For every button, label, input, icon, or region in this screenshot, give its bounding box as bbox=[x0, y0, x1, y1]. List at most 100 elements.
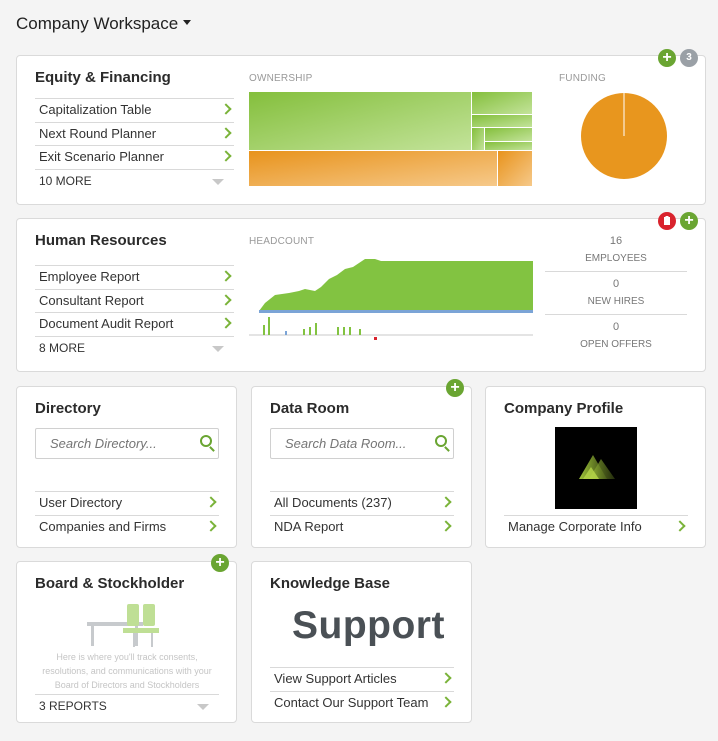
hr-add-button[interactable]: + bbox=[680, 212, 698, 230]
knowledge-title: Knowledge Base bbox=[270, 575, 391, 592]
link-label: Next Round Planner bbox=[39, 125, 157, 141]
dataroom-search-input[interactable] bbox=[271, 429, 416, 458]
headcount-bar bbox=[268, 317, 270, 335]
more-label: 8 MORE bbox=[39, 340, 86, 355]
stat-employees: 16 EMPLOYEES bbox=[545, 235, 687, 264]
link-manage-corporate-info[interactable]: Manage Corporate Info bbox=[504, 515, 688, 539]
hr-link-list: Employee Report Consultant Report Docume… bbox=[35, 265, 234, 359]
link-employee-report[interactable]: Employee Report bbox=[35, 265, 234, 289]
chevron-right-icon bbox=[220, 293, 232, 306]
chevron-right-icon bbox=[674, 520, 686, 532]
treemap-cell bbox=[472, 115, 532, 127]
link-label: All Documents (237) bbox=[274, 495, 392, 510]
headcount-bar bbox=[359, 329, 361, 335]
ownership-treemap[interactable] bbox=[249, 92, 533, 186]
table-leg bbox=[91, 626, 94, 646]
link-label: Employee Report bbox=[39, 269, 140, 284]
dataroom-title: Data Room bbox=[270, 400, 350, 417]
stat-label: EMPLOYEES bbox=[585, 253, 647, 264]
board-more-toggle[interactable]: 3 REPORTS bbox=[35, 694, 219, 717]
hr-more-toggle[interactable]: 8 MORE bbox=[35, 335, 234, 359]
chevron-right-icon bbox=[440, 695, 452, 708]
chevron-right-icon bbox=[440, 672, 452, 684]
link-exit-scenario-planner[interactable]: Exit Scenario Planner bbox=[35, 145, 234, 169]
profile-link-list: Manage Corporate Info bbox=[504, 515, 688, 539]
boardroom-illustration bbox=[87, 604, 159, 647]
link-next-round-planner[interactable]: Next Round Planner bbox=[35, 121, 234, 146]
equity-add-button[interactable]: + bbox=[658, 49, 676, 67]
directory-card: Directory User Directory Companies and F… bbox=[16, 386, 237, 548]
headcount-bar bbox=[337, 327, 339, 335]
chevron-right-icon bbox=[205, 519, 217, 532]
headcount-bar bbox=[315, 323, 317, 335]
link-label: NDA Report bbox=[274, 518, 344, 534]
directory-search-input[interactable] bbox=[36, 429, 181, 458]
profile-card: Company Profile Manage Corporate Info bbox=[485, 386, 706, 548]
search-icon[interactable] bbox=[435, 435, 447, 447]
dataroom-add-button[interactable]: + bbox=[446, 379, 464, 397]
link-label: Document Audit Report bbox=[39, 316, 174, 331]
headcount-bar bbox=[343, 327, 345, 335]
search-icon[interactable] bbox=[200, 435, 212, 447]
treemap-cell bbox=[485, 128, 532, 141]
link-label: Capitalization Table bbox=[39, 102, 152, 117]
stat-value: 0 bbox=[612, 278, 620, 290]
more-label: 3 REPORTS bbox=[39, 699, 107, 713]
link-label: Companies and Firms bbox=[39, 518, 167, 534]
link-view-support-articles[interactable]: View Support Articles bbox=[270, 667, 454, 691]
clipboard-icon[interactable] bbox=[658, 212, 676, 230]
stat-new-hires: 0 NEW HIRES bbox=[545, 278, 687, 307]
headcount-chart[interactable] bbox=[249, 255, 533, 341]
link-nda-report[interactable]: NDA Report bbox=[270, 514, 454, 539]
equity-more-toggle[interactable]: 10 MORE bbox=[35, 168, 234, 192]
chair-back bbox=[143, 604, 155, 626]
chair-seat bbox=[141, 628, 159, 633]
link-capitalization-table[interactable]: Capitalization Table bbox=[35, 98, 234, 122]
link-label: Manage Corporate Info bbox=[508, 519, 642, 534]
board-card: Board & Stockholder Here is where you'll… bbox=[16, 561, 237, 723]
chevron-right-icon bbox=[440, 496, 452, 508]
headcount-bar bbox=[263, 325, 265, 335]
headcount-bar bbox=[303, 329, 305, 335]
stat-open-offers: 0 OPEN OFFERS bbox=[545, 321, 687, 350]
treemap-cell bbox=[472, 128, 484, 150]
board-add-button[interactable]: + bbox=[211, 554, 229, 572]
link-consultant-report[interactable]: Consultant Report bbox=[35, 288, 234, 313]
chevron-right-icon bbox=[440, 519, 452, 532]
dataroom-search[interactable] bbox=[270, 428, 454, 459]
link-contact-support-team[interactable]: Contact Our Support Team bbox=[270, 690, 454, 715]
board-description: Here is where you'll track consents, res… bbox=[42, 652, 212, 690]
board-link-list: 3 REPORTS bbox=[35, 694, 219, 717]
headcount-label: HEADCOUNT bbox=[249, 236, 315, 247]
directory-link-list: User Directory Companies and Firms bbox=[35, 491, 219, 538]
caret-down-icon bbox=[212, 178, 224, 185]
headcount-bar bbox=[285, 331, 287, 335]
equity-count-badge[interactable]: 3 bbox=[680, 49, 698, 67]
funding-pie[interactable] bbox=[580, 92, 668, 180]
equity-card: Equity & Financing Capitalization Table … bbox=[16, 55, 706, 205]
link-document-audit-report[interactable]: Document Audit Report bbox=[35, 312, 234, 336]
chair-seat bbox=[123, 628, 141, 633]
knowledge-card: Knowledge Base Support View Support Arti… bbox=[251, 561, 472, 723]
workspace-title-text: Company Workspace bbox=[16, 14, 179, 33]
dataroom-link-list: All Documents (237) NDA Report bbox=[270, 491, 454, 538]
directory-search[interactable] bbox=[35, 428, 219, 459]
chair-leg bbox=[133, 633, 135, 647]
headcount-bar bbox=[349, 327, 351, 335]
workspace-title[interactable]: Company Workspace bbox=[16, 14, 192, 34]
headcount-baseline bbox=[259, 310, 533, 313]
profile-title: Company Profile bbox=[504, 400, 624, 417]
link-companies-and-firms[interactable]: Companies and Firms bbox=[35, 514, 219, 539]
link-all-documents[interactable]: All Documents (237) bbox=[270, 491, 454, 515]
hr-card: Human Resources Employee Report Consulta… bbox=[16, 218, 706, 372]
board-title: Board & Stockholder bbox=[35, 575, 185, 592]
link-user-directory[interactable]: User Directory bbox=[35, 491, 219, 515]
stat-label: NEW HIRES bbox=[587, 296, 645, 307]
headcount-bar bbox=[374, 337, 377, 340]
chevron-right-icon bbox=[220, 126, 232, 139]
link-label: User Directory bbox=[39, 495, 123, 510]
caret-down-icon bbox=[212, 345, 224, 352]
funding-label: FUNDING bbox=[559, 73, 606, 84]
stat-value: 0 bbox=[612, 321, 620, 333]
company-logo bbox=[555, 427, 637, 509]
